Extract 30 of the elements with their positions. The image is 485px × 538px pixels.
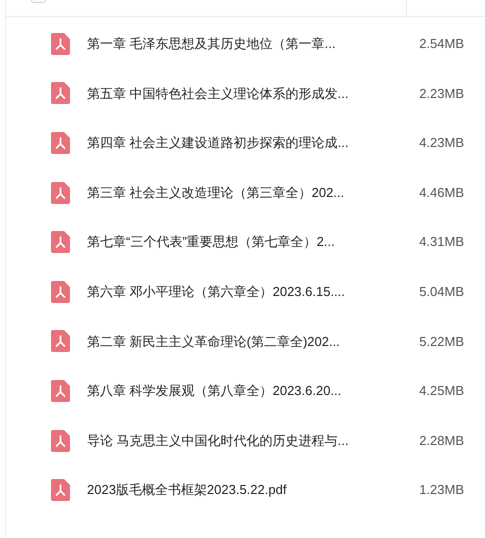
file-size: 2.28MB xyxy=(419,432,464,450)
file-name[interactable]: 第四章 社会主义建设道路初步探索的理论成... xyxy=(87,133,377,153)
file-size: 4.23MB xyxy=(419,134,464,152)
file-size: 4.46MB xyxy=(419,184,464,202)
file-name[interactable]: 第五章 中国特色社会主义理论体系的形成发... xyxy=(87,84,377,104)
pdf-file-icon xyxy=(51,32,70,55)
pdf-file-icon xyxy=(51,280,70,303)
file-name[interactable]: 第三章 社会主义改造理论（第三章全）202... xyxy=(87,182,377,202)
pdf-file-icon xyxy=(51,330,70,352)
file-name[interactable]: 第二章 新民主主义革命理论(第二章全)202... xyxy=(87,332,377,352)
pdf-file-icon xyxy=(51,380,70,402)
file-name[interactable]: 2023版毛概全书框架2023.5.22.pdf xyxy=(87,480,377,500)
file-size: 4.25MB xyxy=(419,382,464,400)
file-size: 2.54MB xyxy=(419,35,464,54)
pdf-file-icon xyxy=(51,430,70,452)
pdf-file-icon xyxy=(51,132,70,154)
pdf-file-icon xyxy=(51,231,70,254)
file-size: 1.23MB xyxy=(419,481,464,500)
file-name[interactable]: 第一章 毛泽东思想及其历史地位（第一章... xyxy=(87,34,377,54)
file-size: 2.23MB xyxy=(419,84,464,103)
file-name[interactable]: 导论 马克思主义中国化时代化的历史进程与... xyxy=(87,430,377,450)
file-name[interactable]: 第七章“三个代表”重要思想（第七章全）2... xyxy=(87,232,377,252)
file-size: 5.22MB xyxy=(419,332,464,351)
file-name[interactable]: 第八章 科学发展观（第八章全）2023.6.20... xyxy=(87,381,377,401)
file-size: 4.31MB xyxy=(419,233,464,252)
file-name[interactable]: 第六章 邓小平理论（第六章全）2023.6.15.... xyxy=(87,282,377,302)
pdf-file-icon xyxy=(51,182,70,204)
pdf-file-icon xyxy=(51,82,70,104)
pdf-file-icon xyxy=(51,479,70,502)
file-size: 5.04MB xyxy=(419,283,464,302)
